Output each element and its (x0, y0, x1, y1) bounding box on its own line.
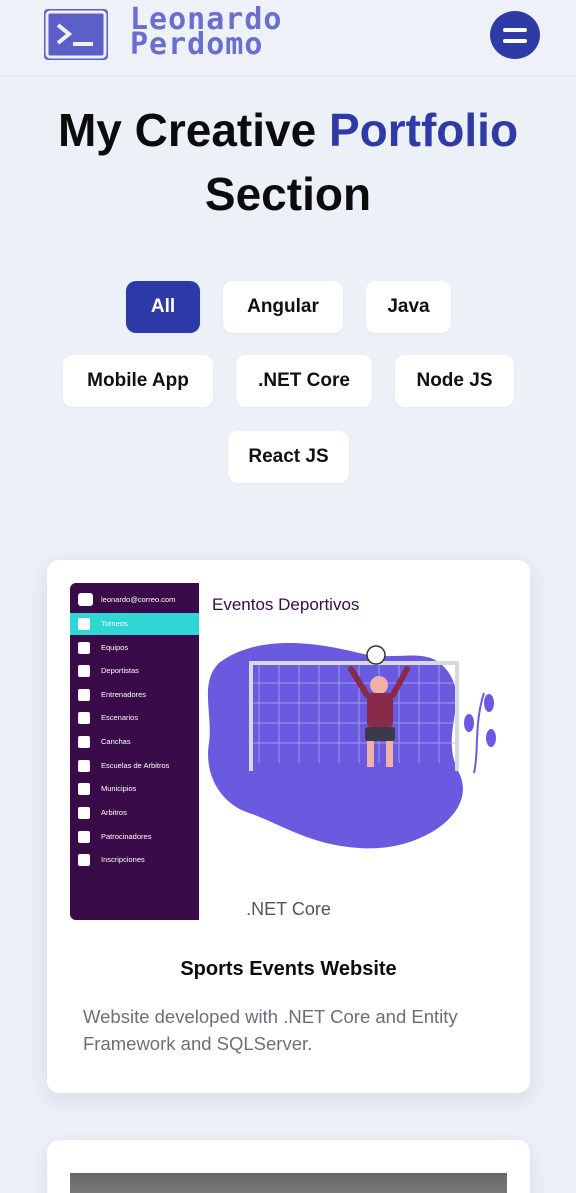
building-icon (78, 712, 90, 724)
filter-node-js-button[interactable]: Node JS (395, 355, 514, 407)
rocket-icon (78, 831, 90, 843)
project-screenshot-next[interactable] (70, 1173, 507, 1193)
hamburger-icon-line (503, 39, 527, 43)
filter-angular-button[interactable]: Angular (223, 281, 343, 333)
project-description: Website developed with .NET Core and Ent… (83, 1006, 458, 1054)
filter-mobile-app-button[interactable]: Mobile App (63, 355, 213, 407)
users-icon (78, 642, 90, 654)
title-part-2: Section (204, 168, 372, 220)
trophy-icon (78, 618, 90, 630)
clipboard-icon (78, 854, 90, 866)
filter-react-js-button[interactable]: React JS (228, 431, 349, 483)
sidebar-item: Arbitros (70, 802, 199, 824)
sidebar-item: Torneos (70, 613, 199, 635)
school-icon (78, 760, 90, 772)
whistle-icon (78, 807, 90, 819)
filter-net-core-button[interactable]: .NET Core (236, 355, 372, 407)
hamburger-icon (503, 28, 527, 32)
top-navbar: Leonardo Perdomo (0, 0, 576, 76)
sidebar-item: Escuelas de Arbitros (70, 755, 199, 777)
brand-line-2: Perdomo (130, 27, 264, 62)
globe-icon (78, 783, 90, 795)
screenshot-heading: Eventos Deportivos (212, 595, 360, 614)
title-accent: Portfolio (328, 104, 519, 156)
sidebar-item: Canchas (70, 731, 199, 753)
sidebar-email: leonardo@correo.com (101, 595, 176, 604)
project-card-next[interactable] (47, 1140, 530, 1193)
layers-icon (78, 736, 90, 748)
title-part-1: My Creative (57, 104, 329, 156)
brand-name[interactable]: Leonardo Perdomo (130, 5, 283, 62)
terminal-icon[interactable] (44, 9, 108, 60)
runner-icon (78, 665, 90, 677)
sidebar-item: Patrocinadores (70, 826, 199, 848)
sidebar-item: Escenarios (70, 707, 199, 729)
filter-all-button[interactable]: All (126, 281, 200, 333)
dumbbell-icon (78, 689, 90, 701)
project-title[interactable]: Sports Events Website (47, 958, 530, 981)
sidebar-item: Deportistas (70, 660, 199, 682)
sidebar-item: Municipios (70, 778, 199, 800)
filter-java-button[interactable]: Java (366, 281, 451, 333)
goalkeeper-illustration (207, 643, 496, 849)
page-title: My Creative Portfolio Section (0, 98, 576, 226)
project-tech-label: .NET Core (246, 899, 331, 919)
project-screenshot[interactable]: leonardo@correo.com Torneos Equipos Depo… (70, 583, 507, 925)
user-settings-icon (78, 593, 93, 606)
sidebar-item: Inscripciones (70, 849, 199, 871)
sidebar-item: Entrenadores (70, 684, 199, 706)
screenshot-sidebar: leonardo@correo.com Torneos Equipos Depo… (70, 583, 199, 920)
sidebar-item: Equipos (70, 637, 199, 659)
menu-button[interactable] (490, 11, 540, 59)
project-card[interactable]: leonardo@correo.com Torneos Equipos Depo… (47, 560, 530, 1093)
